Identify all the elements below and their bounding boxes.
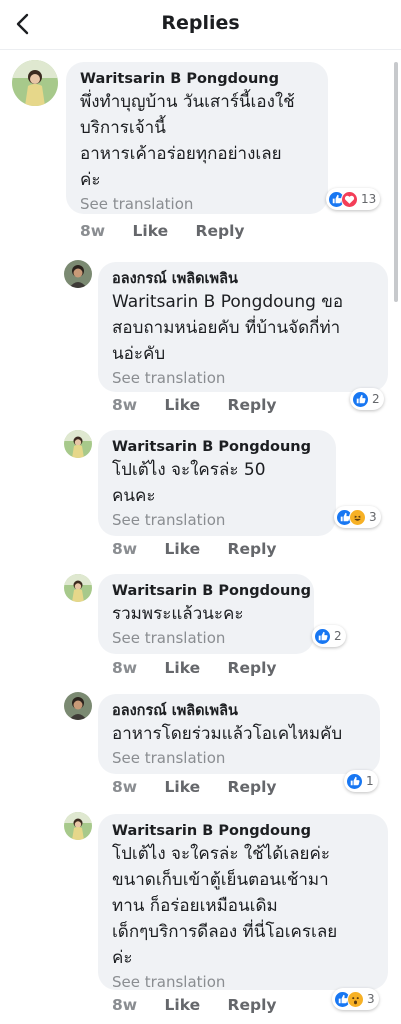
thumbs-up-icon	[314, 627, 331, 645]
comment-actions: 8w Like Reply	[112, 996, 277, 1014]
reaction-count: 3	[367, 992, 375, 1006]
comment-text: Waritsarin B Pongdoung ขอ สอบถามหน่อยคับ…	[112, 292, 344, 364]
comment-author[interactable]: Waritsarin B Pongdoung	[112, 581, 311, 601]
reaction-summary[interactable]: 3	[332, 988, 379, 1010]
comment-actions: 8w Like Reply	[112, 396, 277, 414]
thumbs-up-icon	[346, 772, 363, 790]
reaction-summary[interactable]: 2	[350, 388, 384, 410]
comment-timestamp[interactable]: 8w	[112, 396, 137, 414]
avatar[interactable]	[64, 812, 92, 840]
like-button[interactable]: Like	[165, 396, 201, 414]
comment-bubble[interactable]: อลงกรณ์ เพลิดเพลิน Waritsarin B Pongdoun…	[98, 262, 388, 392]
like-button[interactable]: Like	[165, 778, 201, 796]
comment-text: โปเต้ไง จะใครล่ะ ใช้ได้เลยค่ะ ขนาดเก็บเข…	[112, 844, 338, 968]
like-button[interactable]: Like	[165, 540, 201, 558]
see-translation-link[interactable]: See translation	[112, 747, 368, 769]
reaction-summary[interactable]: 3	[334, 506, 381, 528]
laughing-face-icon	[349, 508, 366, 526]
comment-timestamp[interactable]: 8w	[112, 540, 137, 558]
comment-actions: 8w Like Reply	[112, 659, 277, 677]
thumbs-up-icon	[352, 390, 369, 408]
comment-bubble[interactable]: Waritsarin B Pongdoung โปเต้ไง จะใครล่ะ …	[98, 430, 336, 536]
reply-button[interactable]: Reply	[228, 540, 277, 558]
comment-bubble[interactable]: อลงกรณ์ เพลิดเพลิน อาหารโดยร่วมแล้วโอเคไ…	[98, 694, 380, 774]
comment-text: พึ่งทำบุญบ้าน วันเสาร์นี้เองใช้ บริการเจ…	[80, 92, 295, 190]
scrollbar[interactable]	[394, 62, 398, 302]
comment-text: โปเต้ไง จะใครล่ะ 50 คนคะ	[112, 460, 266, 506]
reply-button[interactable]: Reply	[228, 996, 277, 1014]
reply-button[interactable]: Reply	[228, 778, 277, 796]
see-translation-link[interactable]: See translation	[112, 509, 324, 531]
comment-timestamp[interactable]: 8w	[112, 778, 137, 796]
reply-button[interactable]: Reply	[228, 659, 277, 677]
comment-author[interactable]: Waritsarin B Pongdoung	[112, 437, 324, 457]
reply-button[interactable]: Reply	[228, 396, 277, 414]
reaction-summary[interactable]: 13	[326, 188, 381, 210]
like-button[interactable]: Like	[165, 996, 201, 1014]
comment-text: อาหารโดยร่วมแล้วโอเคไหมคับ	[112, 724, 343, 744]
comment-actions: 8w Like Reply	[80, 222, 245, 240]
reply-button[interactable]: Reply	[196, 222, 245, 240]
see-translation-link[interactable]: See translation	[112, 627, 302, 649]
heart-icon	[341, 190, 358, 208]
comment-timestamp[interactable]: 8w	[80, 222, 105, 240]
page-title: Replies	[161, 12, 240, 34]
comment-text: รวมพระแล้วนะคะ	[112, 604, 244, 624]
comment-author[interactable]: Waritsarin B Pongdoung	[80, 69, 316, 89]
like-button[interactable]: Like	[165, 659, 201, 677]
avatar[interactable]	[64, 430, 92, 458]
comment-bubble[interactable]: Waritsarin B Pongdoung พึ่งทำบุญบ้าน วัน…	[66, 62, 328, 214]
comment-actions: 8w Like Reply	[112, 778, 277, 796]
avatar[interactable]	[64, 692, 92, 720]
comment-author[interactable]: อลงกรณ์ เพลิดเพลิน	[112, 701, 368, 721]
surprised-face-icon	[347, 990, 364, 1008]
like-button[interactable]: Like	[133, 222, 169, 240]
reaction-count: 3	[369, 510, 377, 524]
comment-bubble[interactable]: Waritsarin B Pongdoung โปเต้ไง จะใครล่ะ …	[98, 814, 388, 991]
reaction-count: 1	[366, 774, 374, 788]
comment-author[interactable]: Waritsarin B Pongdoung	[112, 821, 376, 841]
comment-bubble[interactable]: Waritsarin B Pongdoung รวมพระแล้วนะคะ Se…	[98, 574, 314, 654]
comment-timestamp[interactable]: 8w	[112, 996, 137, 1014]
see-translation-link[interactable]: See translation	[112, 367, 376, 389]
reaction-count: 2	[334, 629, 342, 643]
comment-timestamp[interactable]: 8w	[112, 659, 137, 677]
reaction-summary[interactable]: 2	[312, 625, 346, 647]
avatar[interactable]	[64, 574, 92, 602]
top-bar: Replies	[0, 0, 401, 50]
reaction-count: 13	[361, 192, 377, 206]
comment-actions: 8w Like Reply	[112, 540, 277, 558]
see-translation-link[interactable]: See translation	[80, 193, 316, 215]
avatar[interactable]	[12, 60, 58, 106]
reaction-count: 2	[372, 392, 380, 406]
reaction-summary[interactable]: 1	[344, 770, 378, 792]
comment-author[interactable]: อลงกรณ์ เพลิดเพลิน	[112, 269, 376, 289]
avatar[interactable]	[64, 260, 92, 288]
